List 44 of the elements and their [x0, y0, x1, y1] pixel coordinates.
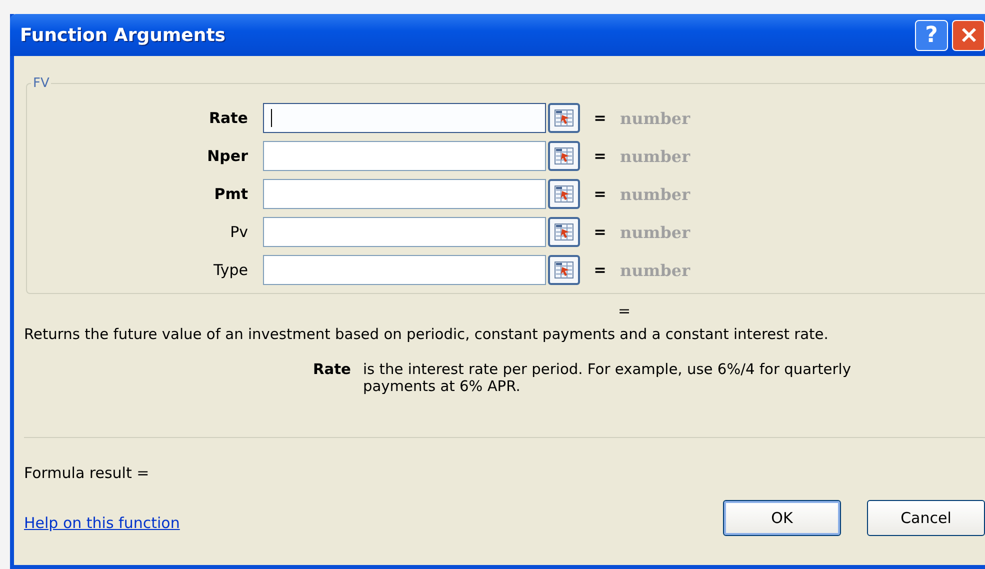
range-select-icon: [554, 223, 574, 241]
equals-sign: =: [592, 261, 608, 279]
argument-label: Type: [212, 261, 249, 279]
function-description: Returns the future value of an investment based on periodic, constant payments and a constant interest rate.: [24, 326, 830, 343]
argument-name: Rate: [313, 361, 351, 380]
help-link[interactable]: Help on this function: [24, 514, 180, 532]
dialog-button[interactable]: Cancel: [867, 500, 985, 536]
function-result: =: [618, 302, 631, 320]
collapse-dialog-button[interactable]: [548, 141, 580, 171]
argument-result: number: [620, 146, 692, 166]
close-icon: [960, 27, 976, 43]
argument-label: Pv: [229, 223, 249, 241]
range-select-icon: [554, 109, 574, 127]
argument-result: number: [620, 260, 692, 280]
range-select-icon: [554, 147, 574, 165]
range-select-icon: [554, 261, 574, 279]
input-field[interactable]: [263, 103, 546, 133]
argument-result: number: [620, 222, 692, 242]
argument-result: number: [620, 184, 692, 204]
collapse-dialog-button[interactable]: [548, 103, 580, 133]
help-button[interactable]: ?: [915, 20, 948, 50]
collapse-dialog-button[interactable]: [548, 255, 580, 285]
input-field[interactable]: [263, 179, 546, 209]
window-title: Function Arguments: [20, 24, 226, 46]
close-button[interactable]: [952, 20, 985, 50]
equals-sign: =: [592, 109, 608, 127]
argument-label: Nper: [206, 147, 249, 165]
input-field[interactable]: [263, 255, 546, 285]
input-field[interactable]: [263, 141, 546, 171]
argument-result: number: [620, 108, 692, 128]
range-select-icon: [554, 185, 574, 203]
formula-result: Formula result =: [24, 464, 150, 482]
argument-description: is the interest rate per period. For example, use 6%/4 for quarterly payments at 6% APR.: [362, 361, 852, 395]
input-field[interactable]: [263, 217, 546, 247]
equals-sign: =: [592, 147, 608, 165]
collapse-dialog-button[interactable]: [548, 179, 580, 209]
group-title: FV: [32, 76, 50, 91]
collapse-dialog-button[interactable]: [548, 217, 580, 247]
argument-label: Rate: [208, 109, 249, 127]
text-caret: [271, 109, 272, 127]
dialog-button[interactable]: OK: [723, 500, 841, 536]
equals-sign: =: [592, 185, 608, 203]
argument-label: Pmt: [213, 185, 249, 203]
equals-sign: =: [592, 223, 608, 241]
